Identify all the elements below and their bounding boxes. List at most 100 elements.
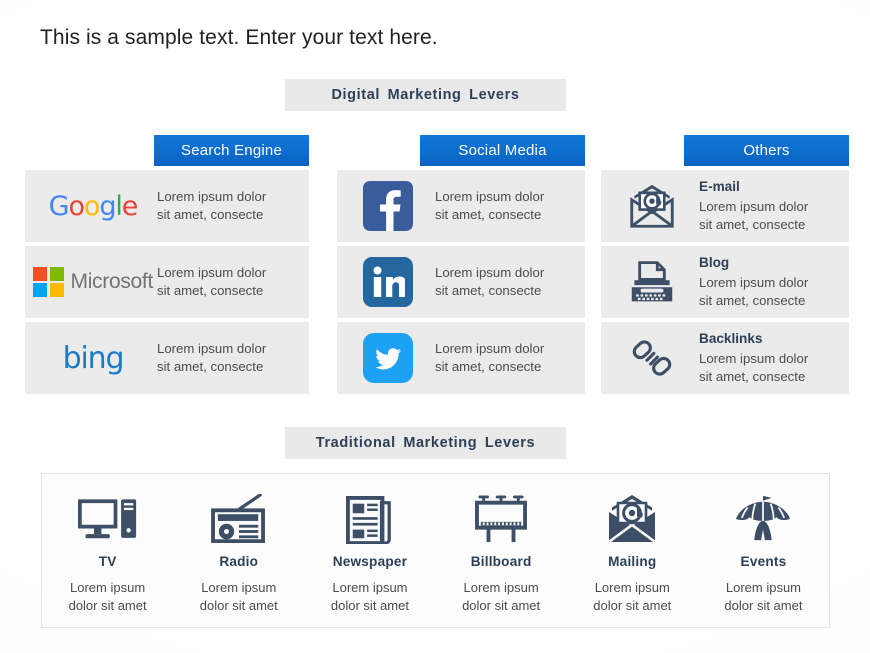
card-line-2: sit amet, consecte — [435, 359, 542, 374]
card-line-2: sit amet, consecte — [435, 207, 542, 222]
typewriter-icon — [631, 261, 673, 302]
newspaper-icon-wrap — [345, 492, 395, 544]
card-line-1: Lorem ipsum dolor — [435, 188, 545, 204]
card-line-2: sit amet, consecte — [157, 207, 264, 222]
card-facebook[interactable]: Lorem ipsum dolor sit amet, consecte — [337, 170, 585, 242]
card-bing[interactable]: bing Lorem ipsum dolor sit amet, consect… — [25, 322, 309, 394]
desc-line-1: Lorem ipsum — [725, 580, 802, 595]
traditional-item-desc: Lorem ipsum dolor sit amet — [200, 579, 278, 616]
card-microsoft[interactable]: Microsoft Lorem ipsum dolor sit amet, co… — [25, 246, 309, 318]
traditional-item-desc: Lorem ipsum dolor sit amet — [724, 579, 802, 616]
traditional-item-radio[interactable]: Radio Lorem ipsum dolor sit amet — [173, 474, 304, 627]
desc-line-1: Lorem ipsum — [70, 580, 146, 595]
column-header-others[interactable]: Others — [684, 135, 849, 166]
card-text: Backlinks Lorem ipsum dolor sit amet, co… — [699, 330, 808, 386]
email-logo-wrap — [605, 184, 699, 228]
google-letter-e: e — [121, 190, 139, 222]
card-line-1: Lorem ipsum dolor — [699, 198, 809, 214]
desc-line-2: dolor sit amet — [462, 598, 541, 614]
traditional-item-desc: Lorem ipsum dolor sit amet — [331, 579, 409, 616]
column-others: Others E-mail Lorem ipsum dolor sit amet… — [601, 135, 849, 394]
newspaper-icon — [345, 496, 391, 544]
traditional-item-name: Events — [740, 554, 787, 569]
slide-canvas: This is a sample text. Enter your text h… — [0, 0, 870, 653]
column-header-search-engine[interactable]: Search Engine — [154, 135, 309, 166]
card-title: Blog — [699, 254, 730, 270]
card-line-1: Lorem ipsum dolor — [157, 340, 267, 356]
desc-line-2: dolor sit amet — [199, 598, 278, 614]
card-text: Lorem ipsum dolor sit amet, consecte — [157, 188, 266, 224]
traditional-item-billboard[interactable]: Billboard Lorem ipsum dolor sit amet — [436, 474, 567, 627]
desc-line-2: dolor sit amet — [593, 598, 672, 614]
traditional-item-name: TV — [98, 554, 117, 569]
bing-logo: bing — [29, 341, 157, 376]
card-linkedin[interactable]: Lorem ipsum dolor sit amet, consecte — [337, 246, 585, 318]
desc-line-1: Lorem ipsum — [594, 580, 670, 595]
card-line-1: Lorem ipsum dolor — [435, 264, 545, 280]
linkedin-logo-wrap — [341, 257, 435, 307]
microsoft-wordmark: Microsoft — [70, 270, 154, 293]
traditional-item-desc: Lorem ipsum dolor sit amet — [462, 579, 540, 616]
traditional-item-name: Billboard — [470, 554, 532, 569]
card-line-1: Lorem ipsum dolor — [699, 274, 809, 290]
traditional-item-tv[interactable]: TV Lorem ipsum dolor sit amet — [42, 474, 173, 627]
card-title: Backlinks — [699, 330, 763, 346]
facebook-icon — [363, 181, 413, 231]
google-letter-g1: G — [48, 190, 70, 222]
card-line-2: sit amet, consecte — [699, 216, 806, 232]
card-line-2: sit amet, consecte — [699, 368, 806, 384]
traditional-item-events[interactable]: Events Lorem ipsum dolor sit amet — [698, 474, 829, 627]
desktop-computer-icon — [77, 499, 136, 539]
bing-wordmark: bing — [62, 340, 125, 376]
events-icon-wrap — [734, 492, 792, 544]
traditional-item-name: Newspaper — [332, 554, 408, 569]
desc-line-2: dolor sit amet — [330, 598, 409, 614]
traditional-item-mailing[interactable]: Mailing Lorem ipsum dolor sit amet — [567, 474, 698, 627]
billboard-icon — [475, 495, 528, 543]
google-letter-o1: o — [68, 190, 86, 222]
card-line-2: sit amet, consecte — [157, 283, 264, 298]
card-backlinks[interactable]: Backlinks Lorem ipsum dolor sit amet, co… — [601, 322, 849, 394]
card-line-1: Lorem ipsum dolor — [157, 188, 267, 204]
google-letter-o2: o — [83, 190, 101, 222]
traditional-item-desc: Lorem ipsum dolor sit amet — [69, 579, 147, 616]
traditional-item-newspaper[interactable]: Newspaper Lorem ipsum dolor sit amet — [304, 474, 435, 627]
microsoft-logo: Microsoft — [29, 266, 157, 298]
traditional-item-name: Mailing — [608, 554, 657, 569]
radio-icon-wrap — [210, 492, 268, 544]
twitter-logo-wrap — [341, 333, 435, 383]
card-blog[interactable]: Blog Lorem ipsum dolor sit amet, consect… — [601, 246, 849, 318]
card-text: Lorem ipsum dolor sit amet, consecte — [435, 264, 544, 300]
card-line-1: Lorem ipsum dolor — [157, 264, 267, 280]
desc-line-1: Lorem ipsum — [332, 580, 408, 595]
column-social-media: Social Media Lorem ipsum dolor sit amet,… — [337, 135, 585, 394]
card-google[interactable]: Google Lorem ipsum dolor sit amet, conse… — [25, 170, 309, 242]
tv-icon-wrap — [77, 492, 138, 544]
card-text: Lorem ipsum dolor sit amet, consecte — [435, 188, 544, 224]
facebook-logo-wrap — [341, 181, 435, 231]
card-text: Lorem ipsum dolor sit amet, consecte — [435, 340, 544, 376]
card-text: Blog Lorem ipsum dolor sit amet, consect… — [699, 254, 808, 310]
circus-tent-icon — [736, 495, 791, 541]
card-text: E-mail Lorem ipsum dolor sit amet, conse… — [699, 178, 808, 234]
google-logo: Google — [29, 191, 157, 222]
blog-logo-wrap — [605, 260, 699, 304]
traditional-marketing-banner: Traditional Marketing Levers — [285, 427, 566, 459]
email-icon — [630, 184, 674, 228]
column-header-social-media[interactable]: Social Media — [420, 135, 585, 166]
page-title: This is a sample text. Enter your text h… — [40, 26, 438, 49]
chain-link-icon — [632, 340, 672, 376]
card-text: Lorem ipsum dolor sit amet, consecte — [157, 340, 266, 376]
card-line-2: sit amet, consecte — [157, 359, 264, 374]
desc-line-2: dolor sit amet — [68, 598, 147, 614]
card-text: Lorem ipsum dolor sit amet, consecte — [157, 264, 266, 300]
traditional-item-name: Radio — [219, 554, 259, 569]
card-email[interactable]: E-mail Lorem ipsum dolor sit amet, conse… — [601, 170, 849, 242]
card-twitter[interactable]: Lorem ipsum dolor sit amet, consecte — [337, 322, 585, 394]
google-letter-g2: g — [99, 190, 116, 222]
card-line-2: sit amet, consecte — [699, 292, 806, 308]
traditional-item-desc: Lorem ipsum dolor sit amet — [593, 579, 671, 616]
traditional-levers-panel: TV Lorem ipsum dolor sit amet Radio Lore… — [41, 473, 830, 628]
desc-line-1: Lorem ipsum — [463, 580, 539, 595]
card-line-2: sit amet, consecte — [435, 283, 542, 298]
